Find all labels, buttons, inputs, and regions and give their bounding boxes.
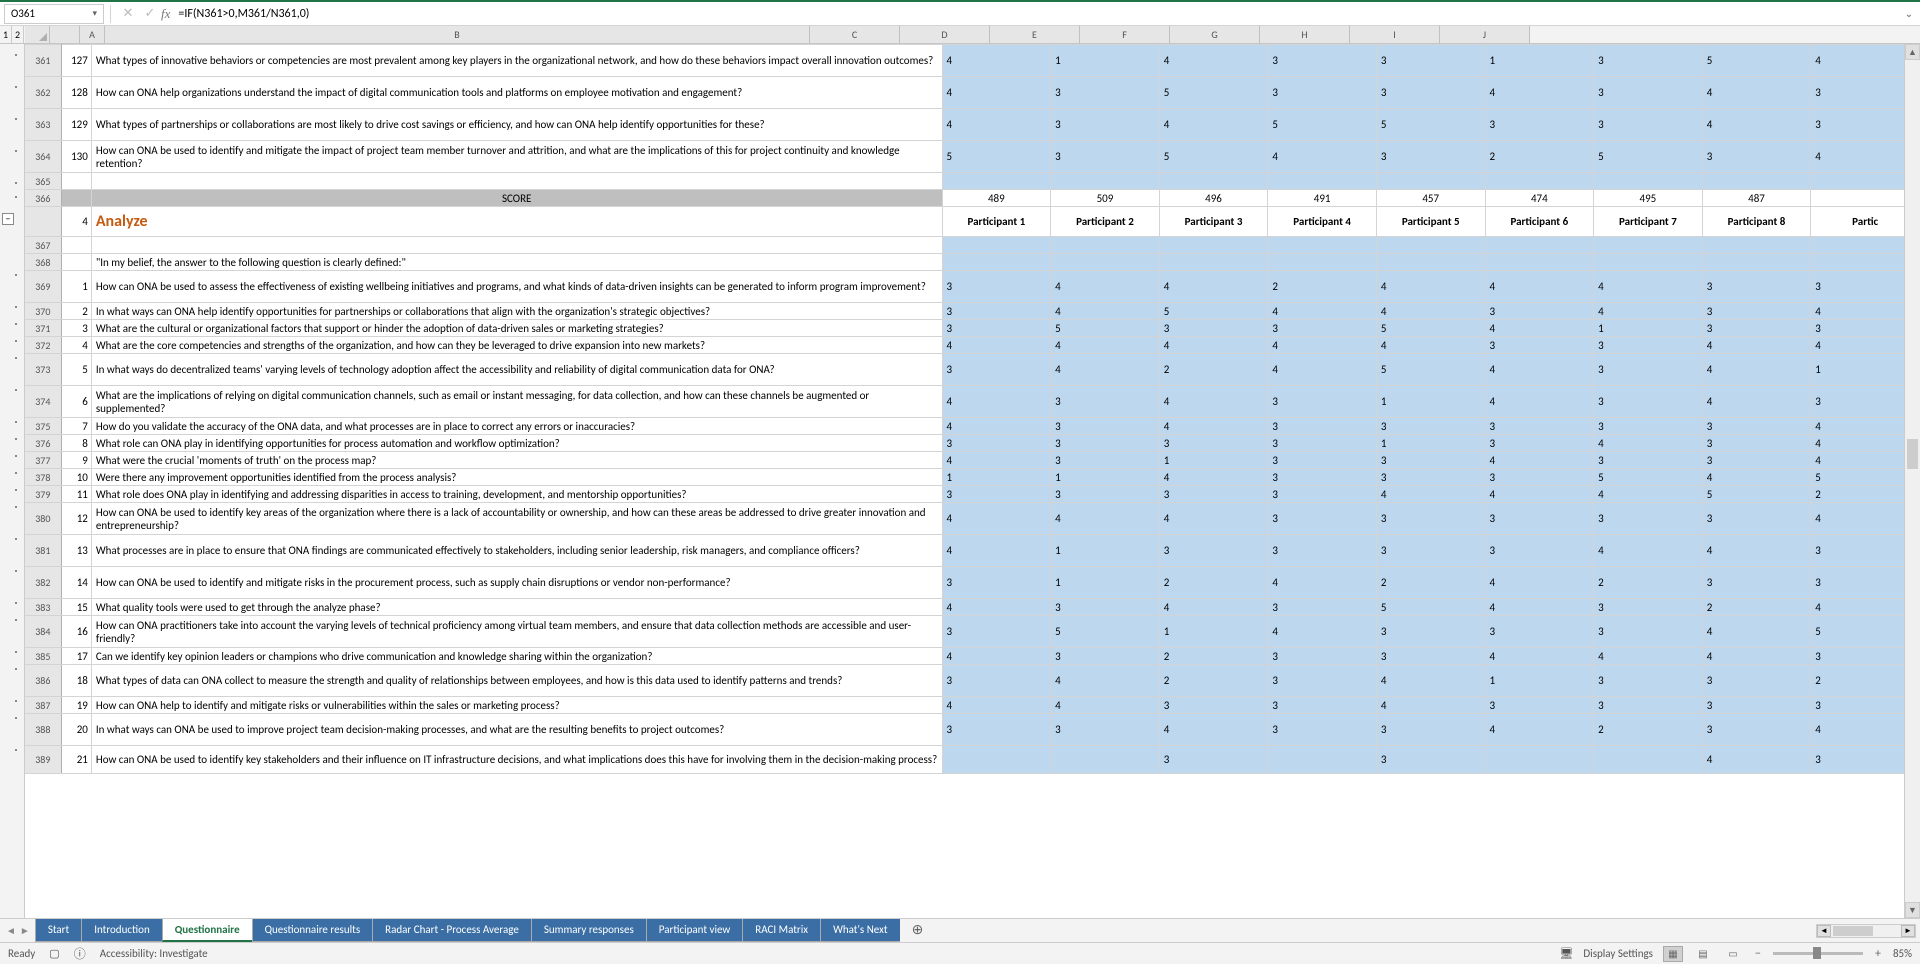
col-header-B[interactable]: B [105,26,810,43]
accept-formula-icon[interactable]: ✓ [139,6,161,21]
scroll-up-icon[interactable]: ▲ [1905,44,1920,60]
tab-nav-buttons: ◄ ► [0,924,36,937]
status-bar: Ready ▢ ⓘ Accessibility: Investigate 🖥 D… [0,942,1920,964]
formula-bar: O361 ▾ ✕ ✓ fx =IF(N361>0,M361/N361,0) ⌄ [0,2,1920,26]
name-box[interactable]: O361 ▾ [4,4,104,24]
view-page-break-icon[interactable]: ▭ [1723,946,1743,962]
participant-header: Participant 4 [1268,207,1377,237]
formula-expand-icon[interactable]: ⌄ [1898,7,1920,20]
participant-header: Participant 5 [1376,207,1485,237]
sheet-tab-what-s-next[interactable]: What's Next [820,919,901,942]
status-accessibility[interactable]: Accessibility: Investigate [100,947,208,960]
status-ready: Ready [8,947,35,960]
col-header-J[interactable]: J [1440,26,1530,43]
col-header-A[interactable]: A [80,26,105,43]
col-header-I[interactable]: I [1350,26,1440,43]
view-page-layout-icon[interactable]: ▤ [1693,946,1713,962]
outline-level-1[interactable]: 1 [0,26,12,43]
col-header-H[interactable]: H [1260,26,1350,43]
macro-record-icon[interactable]: ▢ [49,947,59,960]
outline-collapse-icon[interactable]: − [2,213,14,225]
sheet-tab-raci-matrix[interactable]: RACI Matrix [742,919,821,942]
status-display-settings[interactable]: Display Settings [1583,947,1653,960]
spreadsheet-grid[interactable]: 361127What types of innovative behaviors… [25,44,1920,918]
tab-nav-next-icon[interactable]: ► [20,924,30,937]
display-settings-icon[interactable]: 🖥 [1559,947,1573,960]
participant-header: Participant 8 [1702,207,1811,237]
sheet-tab-questionnaire-results[interactable]: Questionnaire results [252,919,374,942]
col-header-E[interactable]: E [990,26,1080,43]
outline-level-buttons: 1 2 [0,26,25,43]
column-header-bar: 1 2 ABCDEFGHIJ [0,26,1920,44]
cancel-formula-icon[interactable]: ✕ [117,6,139,21]
participant-header: Participant 7 [1594,207,1703,237]
vscroll-thumb[interactable] [1907,439,1918,469]
hscroll-right-icon[interactable]: ► [1901,925,1915,937]
sheet-tab-bar: ◄ ► StartIntroductionQuestionnaireQuesti… [0,918,1920,942]
zoom-in-icon[interactable]: + [1873,947,1883,961]
view-normal-icon[interactable]: ▦ [1663,946,1683,962]
sheet-tab-introduction[interactable]: Introduction [81,919,163,942]
col-header-G[interactable]: G [1170,26,1260,43]
col-header-D[interactable]: D [900,26,990,43]
col-header-C[interactable]: C [810,26,900,43]
hscroll-left-icon[interactable]: ◄ [1817,925,1831,937]
hscroll-thumb[interactable] [1833,926,1873,936]
zoom-value[interactable]: 85% [1893,947,1912,960]
participant-header: Participant 3 [1159,207,1268,237]
tab-nav-prev-icon[interactable]: ◄ [6,924,16,937]
participant-header: Participant 6 [1485,207,1594,237]
formula-input[interactable]: =IF(N361>0,M361/N361,0) [176,7,1898,21]
fx-icon[interactable]: fx [161,6,170,22]
accessibility-icon[interactable]: ⓘ [74,945,86,962]
zoom-out-icon[interactable]: − [1753,947,1763,961]
participant-header: Participant 1 [942,207,1051,237]
zoom-slider[interactable] [1773,952,1863,955]
vertical-scrollbar[interactable]: ▲ ▼ [1904,44,1920,918]
horizontal-scrollbar[interactable]: ◄ ► [1816,924,1916,938]
sheet-tab-start[interactable]: Start [35,919,82,942]
name-box-dropdown-icon[interactable]: ▾ [92,8,97,19]
col-header-F[interactable]: F [1080,26,1170,43]
add-sheet-icon[interactable]: ⊕ [900,919,936,942]
name-box-value: O361 [11,7,35,20]
sheet-tab-radar-chart-process-average[interactable]: Radar Chart - Process Average [372,919,532,942]
outline-level-2[interactable]: 2 [12,26,24,43]
sheet-tab-summary-responses[interactable]: Summary responses [531,919,647,942]
outline-column: − [0,44,25,918]
sheet-tab-participant-view[interactable]: Participant view [646,919,744,942]
sheet-tab-questionnaire[interactable]: Questionnaire [162,919,253,942]
select-all-corner[interactable] [25,26,50,43]
participant-header: Participant 2 [1051,207,1160,237]
scroll-down-icon[interactable]: ▼ [1905,902,1920,918]
